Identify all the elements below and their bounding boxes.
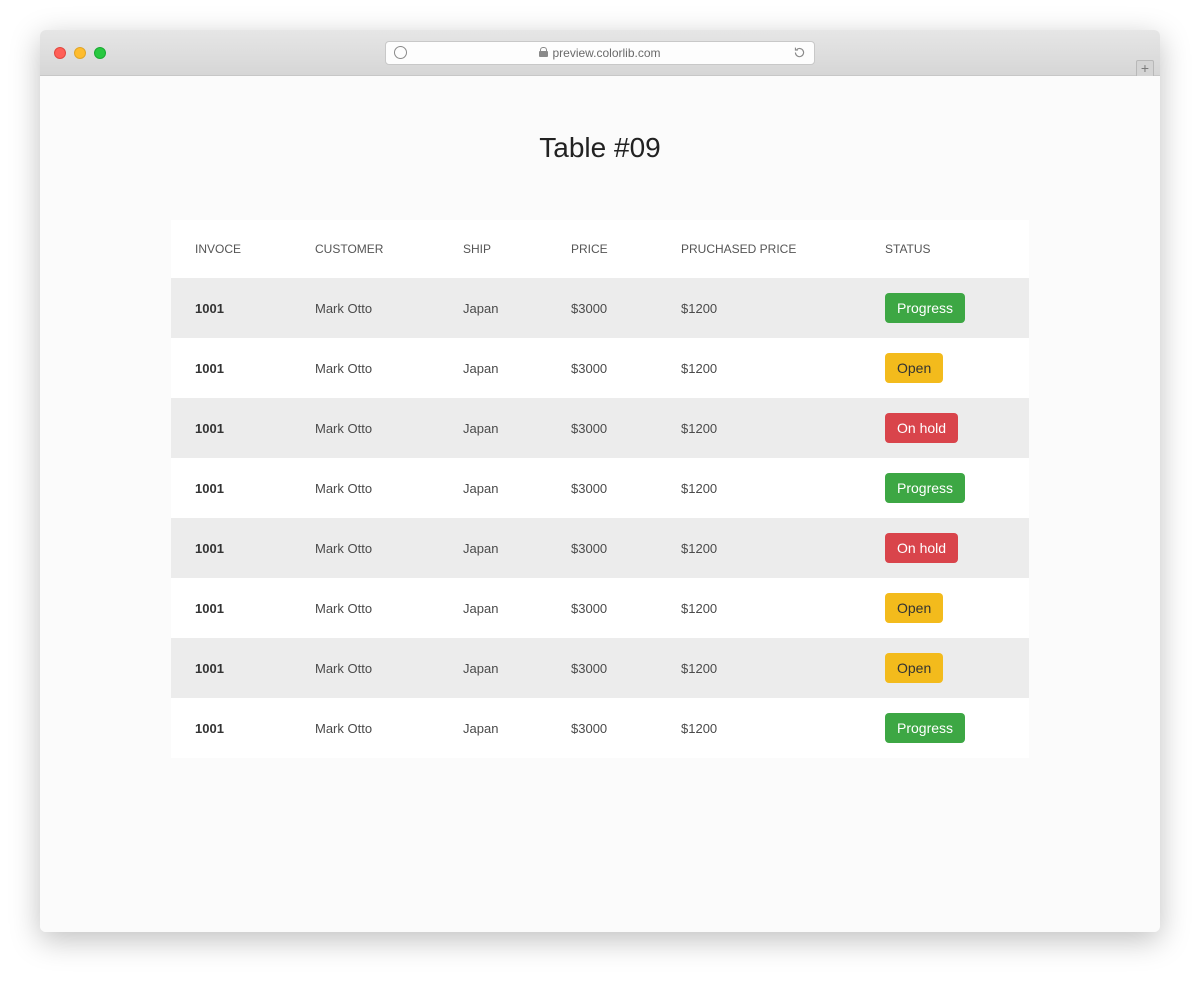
cell-invoice: 1001 [171, 578, 291, 638]
table-row: 1001Mark OttoJapan$3000$1200 On hold [171, 518, 1029, 578]
cell-status: Open [861, 338, 1029, 398]
cell-invoice: 1001 [171, 518, 291, 578]
cell-purchased-price: $1200 [657, 518, 861, 578]
col-header-invoice: INVOCE [171, 220, 291, 278]
table-row: 1001Mark OttoJapan$3000$1200 Open [171, 638, 1029, 698]
col-header-status: STATUS [861, 220, 1029, 278]
cell-price: $3000 [547, 518, 657, 578]
status-badge[interactable]: Open [885, 593, 943, 623]
cell-customer: Mark Otto [291, 638, 439, 698]
cell-price: $3000 [547, 638, 657, 698]
table-row: 1001Mark OttoJapan$3000$1200 Progress [171, 278, 1029, 338]
status-badge[interactable]: Open [885, 653, 943, 683]
cell-customer: Mark Otto [291, 578, 439, 638]
cell-customer: Mark Otto [291, 518, 439, 578]
cell-status: Open [861, 638, 1029, 698]
cell-invoice: 1001 [171, 638, 291, 698]
cell-status: Progress [861, 278, 1029, 338]
address-bar-group: preview.colorlib.com [385, 41, 815, 65]
cell-invoice: 1001 [171, 698, 291, 758]
cell-status: Open [861, 578, 1029, 638]
status-badge[interactable]: Progress [885, 713, 965, 743]
cell-invoice: 1001 [171, 398, 291, 458]
cell-purchased-price: $1200 [657, 278, 861, 338]
cell-ship: Japan [439, 338, 547, 398]
close-window-button[interactable] [54, 47, 66, 59]
status-badge[interactable]: On hold [885, 533, 958, 563]
cell-price: $3000 [547, 338, 657, 398]
cell-customer: Mark Otto [291, 338, 439, 398]
col-header-price: PRICE [547, 220, 657, 278]
table-row: 1001Mark OttoJapan$3000$1200 Progress [171, 698, 1029, 758]
invoice-table: INVOCE CUSTOMER SHIP PRICE PRUCHASED PRI… [171, 220, 1029, 758]
cell-price: $3000 [547, 578, 657, 638]
maximize-window-button[interactable] [94, 47, 106, 59]
col-header-ship: SHIP [439, 220, 547, 278]
titlebar: preview.colorlib.com + [40, 30, 1160, 76]
cell-price: $3000 [547, 278, 657, 338]
address-url: preview.colorlib.com [539, 46, 660, 60]
table-header-row: INVOCE CUSTOMER SHIP PRICE PRUCHASED PRI… [171, 220, 1029, 278]
cell-purchased-price: $1200 [657, 578, 861, 638]
cell-status: On hold [861, 398, 1029, 458]
cell-invoice: 1001 [171, 338, 291, 398]
lock-icon [539, 48, 548, 57]
history-icon[interactable] [394, 46, 407, 59]
status-badge[interactable]: Open [885, 353, 943, 383]
status-badge[interactable]: On hold [885, 413, 958, 443]
cell-ship: Japan [439, 278, 547, 338]
col-header-purchased-price: PRUCHASED PRICE [657, 220, 861, 278]
cell-invoice: 1001 [171, 458, 291, 518]
table-row: 1001Mark OttoJapan$3000$1200 Open [171, 578, 1029, 638]
address-bar[interactable]: preview.colorlib.com [385, 41, 815, 65]
table-row: 1001Mark OttoJapan$3000$1200 On hold [171, 398, 1029, 458]
cell-ship: Japan [439, 398, 547, 458]
cell-status: Progress [861, 458, 1029, 518]
cell-ship: Japan [439, 698, 547, 758]
page-title: Table #09 [40, 132, 1160, 164]
cell-ship: Japan [439, 578, 547, 638]
cell-price: $3000 [547, 458, 657, 518]
cell-purchased-price: $1200 [657, 698, 861, 758]
cell-ship: Japan [439, 458, 547, 518]
cell-price: $3000 [547, 698, 657, 758]
cell-purchased-price: $1200 [657, 458, 861, 518]
cell-customer: Mark Otto [291, 398, 439, 458]
cell-purchased-price: $1200 [657, 398, 861, 458]
window-controls [54, 47, 106, 59]
cell-invoice: 1001 [171, 278, 291, 338]
status-badge[interactable]: Progress [885, 293, 965, 323]
cell-purchased-price: $1200 [657, 638, 861, 698]
cell-status: Progress [861, 698, 1029, 758]
cell-price: $3000 [547, 398, 657, 458]
col-header-customer: CUSTOMER [291, 220, 439, 278]
page-viewport: Table #09 INVOCE CUSTOMER SHIP PRICE PRU… [40, 76, 1160, 932]
cell-ship: Japan [439, 638, 547, 698]
status-badge[interactable]: Progress [885, 473, 965, 503]
cell-ship: Japan [439, 518, 547, 578]
cell-status: On hold [861, 518, 1029, 578]
reload-icon[interactable] [793, 46, 806, 59]
cell-customer: Mark Otto [291, 458, 439, 518]
cell-purchased-price: $1200 [657, 338, 861, 398]
cell-customer: Mark Otto [291, 278, 439, 338]
table-row: 1001Mark OttoJapan$3000$1200 Open [171, 338, 1029, 398]
invoice-table-card: INVOCE CUSTOMER SHIP PRICE PRUCHASED PRI… [171, 220, 1029, 758]
browser-window: preview.colorlib.com + Table #09 INVOCE … [40, 30, 1160, 932]
cell-customer: Mark Otto [291, 698, 439, 758]
minimize-window-button[interactable] [74, 47, 86, 59]
table-row: 1001Mark OttoJapan$3000$1200 Progress [171, 458, 1029, 518]
